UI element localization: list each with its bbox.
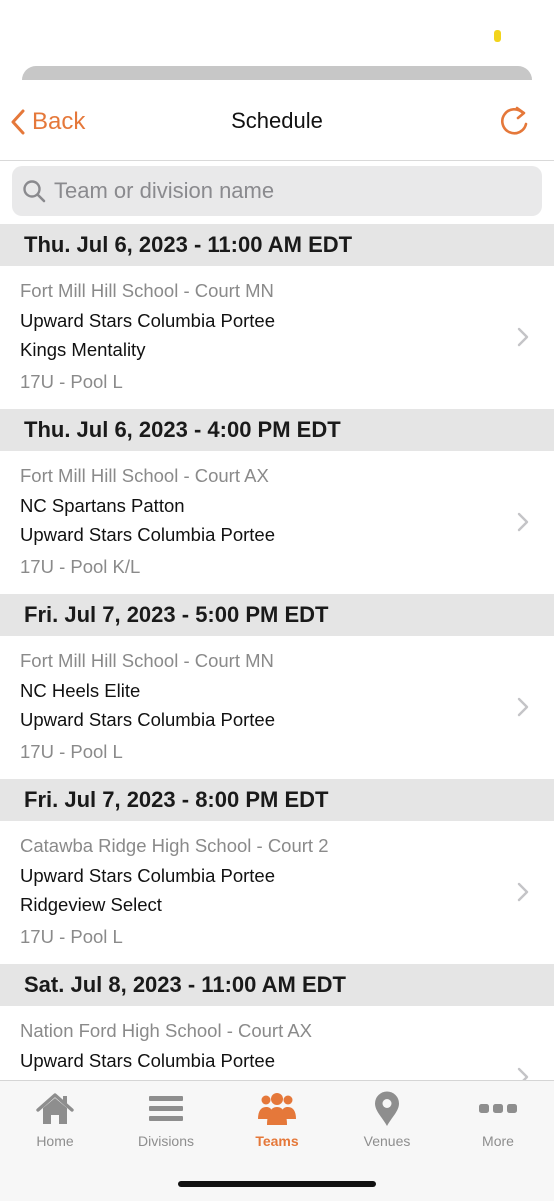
map-pin-icon <box>375 1091 399 1126</box>
team-one-text: NC Heels Elite <box>20 680 141 701</box>
status-bar <box>0 0 554 62</box>
date-section-header: Thu. Jul 6, 2023 - 11:00 AM EDT <box>0 224 554 266</box>
chevron-right-icon <box>517 697 529 717</box>
search-input[interactable] <box>54 178 514 204</box>
division-text: 17U - Pool L <box>20 371 123 392</box>
schedule-sheet: Back Schedule Thu. Jul 6, 2023 - 11:00 A… <box>0 80 554 1200</box>
game-row[interactable]: Catawba Ridge High School - Court 2 Upwa… <box>0 821 554 964</box>
division-text: 17U - Pool K/L <box>20 556 141 577</box>
search-bar[interactable] <box>12 166 542 216</box>
tab-label: Home <box>36 1133 74 1149</box>
tab-label: Divisions <box>137 1133 194 1149</box>
page-title: Schedule <box>231 108 323 133</box>
team-two-text: Upward Stars Columbia Portee <box>20 524 275 545</box>
date-section-header: Thu. Jul 6, 2023 - 4:00 PM EDT <box>0 409 554 451</box>
tab-teams[interactable]: Teams <box>222 1091 332 1151</box>
tab-home[interactable]: Home <box>0 1091 110 1151</box>
venue-text: Fort Mill Hill School - Court AX <box>20 465 269 486</box>
tab-label: Teams <box>255 1133 299 1149</box>
house-icon <box>36 1093 74 1124</box>
team-two-text: Ridgeview Select <box>20 894 162 915</box>
chevron-right-icon <box>517 327 529 347</box>
team-two-text: Kings Mentality <box>20 339 146 360</box>
refresh-icon[interactable] <box>496 102 532 138</box>
division-text: 17U - Pool L <box>20 741 123 762</box>
tab-venues[interactable]: Venues <box>332 1091 442 1151</box>
schedule-list: Thu. Jul 6, 2023 - 11:00 AM EDT Fort Mil… <box>0 224 554 1149</box>
tab-label: Venues <box>363 1133 411 1149</box>
tab-label: More <box>482 1133 514 1149</box>
team-one-text: Upward Stars Columbia Portee <box>20 310 275 331</box>
venue-text: Nation Ford High School - Court AX <box>20 1020 313 1041</box>
people-icon <box>258 1093 296 1125</box>
date-section-header: Sat. Jul 8, 2023 - 11:00 AM EDT <box>0 964 554 1006</box>
search-icon <box>23 180 46 203</box>
date-section-header: Fri. Jul 7, 2023 - 5:00 PM EDT <box>0 594 554 636</box>
team-two-text: Upward Stars Columbia Portee <box>20 709 275 730</box>
date-section-header: Fri. Jul 7, 2023 - 8:00 PM EDT <box>0 779 554 821</box>
division-text: 17U - Pool L <box>20 926 123 947</box>
list-icon <box>149 1096 183 1121</box>
chevron-right-icon <box>517 512 529 532</box>
venue-text: Fort Mill Hill School - Court MN <box>20 280 274 301</box>
navigation-bar: Back Schedule <box>0 80 554 161</box>
home-indicator <box>178 1181 376 1187</box>
ellipsis-icon <box>479 1104 517 1113</box>
game-row[interactable]: Fort Mill Hill School - Court MN Upward … <box>0 266 554 409</box>
team-one-text: Upward Stars Columbia Portee <box>20 865 275 886</box>
status-indicator-dot <box>494 30 501 42</box>
team-one-text: Upward Stars Columbia Portee <box>20 1050 275 1071</box>
chevron-right-icon <box>517 882 529 902</box>
game-row[interactable]: Fort Mill Hill School - Court MN NC Heel… <box>0 636 554 779</box>
tab-more[interactable]: More <box>443 1091 553 1151</box>
venue-text: Fort Mill Hill School - Court MN <box>20 650 274 671</box>
game-row[interactable]: Fort Mill Hill School - Court AX NC Spar… <box>0 451 554 594</box>
venue-text: Catawba Ridge High School - Court 2 <box>20 835 329 856</box>
tab-divisions[interactable]: Divisions <box>111 1091 221 1151</box>
team-one-text: NC Spartans Patton <box>20 495 185 516</box>
